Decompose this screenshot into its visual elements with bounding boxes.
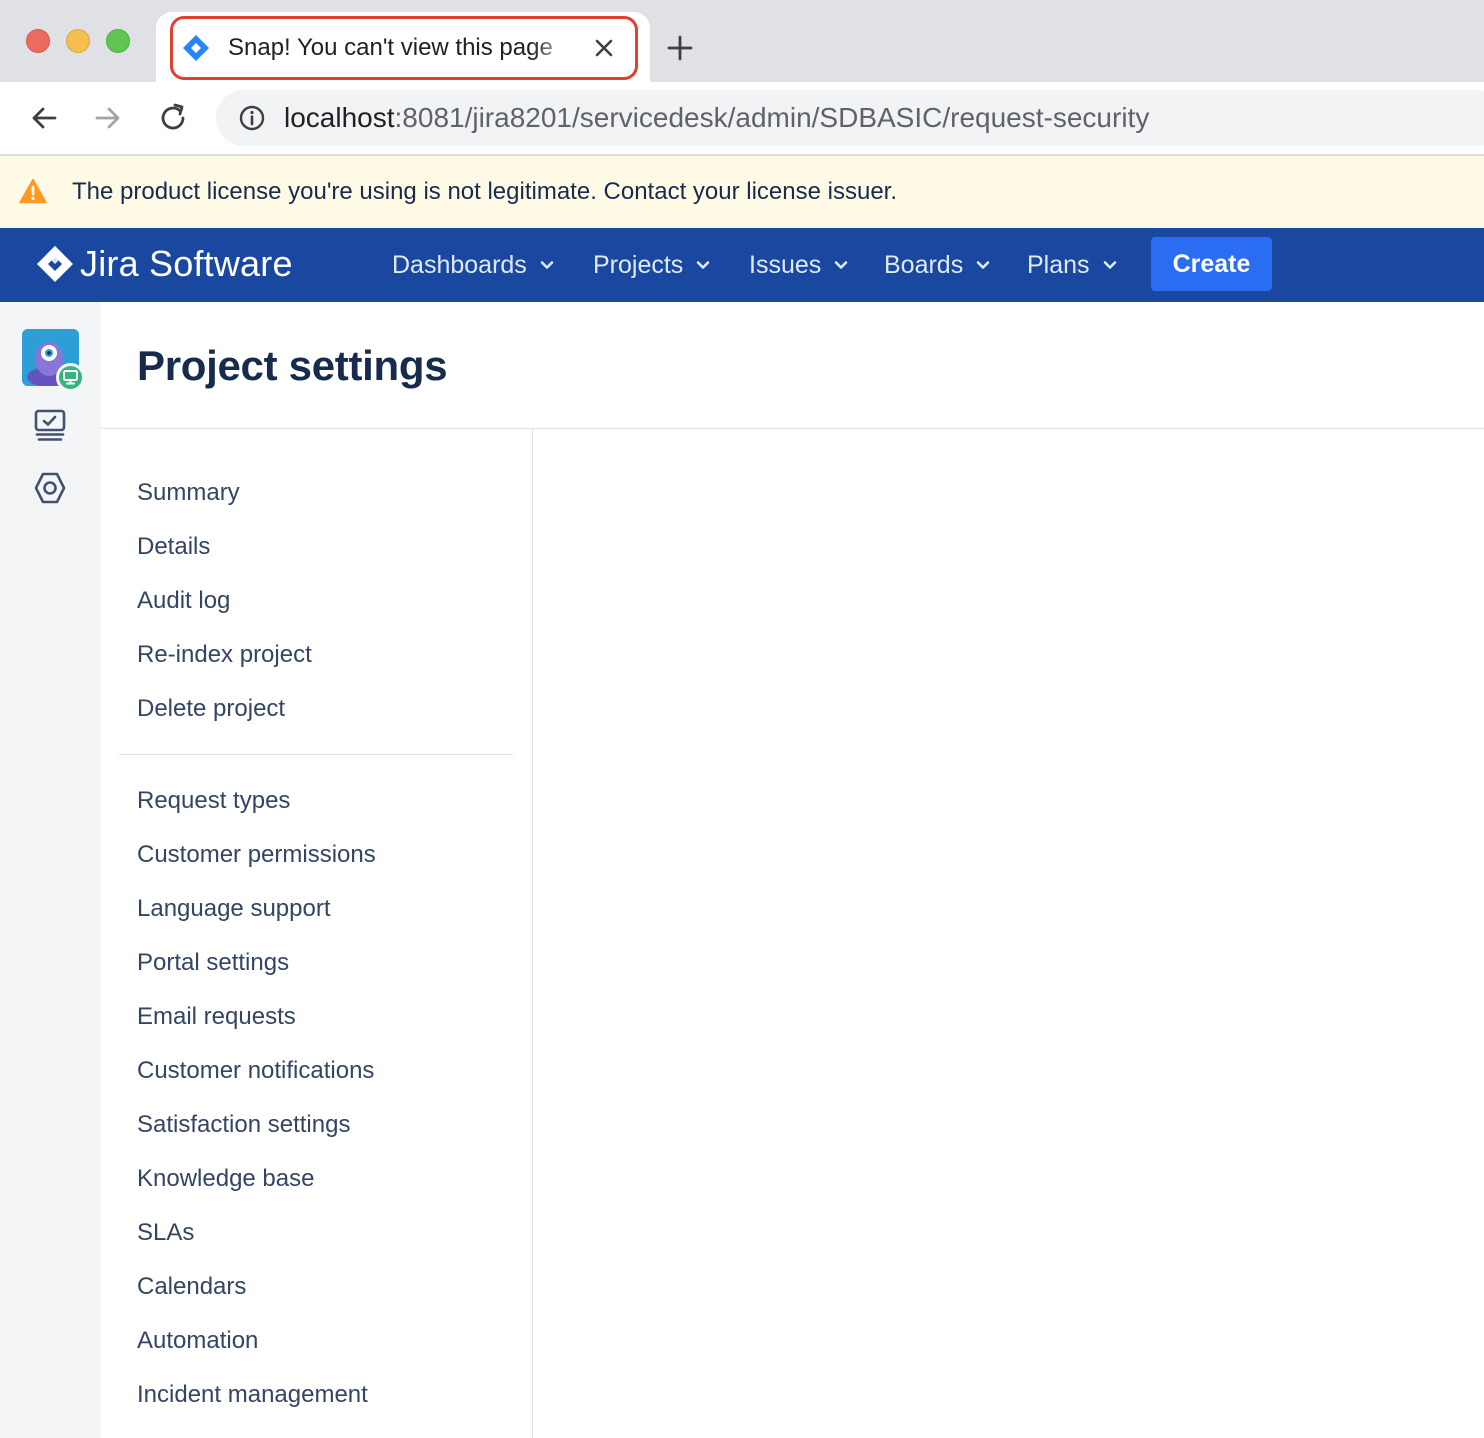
settings-nav-customer-notifications[interactable]: Customer notifications xyxy=(137,1054,374,1088)
nav-label: Plans xyxy=(1027,251,1090,279)
chevron-down-icon xyxy=(697,261,710,269)
jira-logo-icon[interactable] xyxy=(36,245,74,283)
nav-issues[interactable]: Issues xyxy=(749,248,849,282)
project-settings-icon[interactable] xyxy=(32,470,68,506)
queues-icon[interactable] xyxy=(32,408,68,444)
url-host: localhost xyxy=(284,102,395,133)
settings-nav-reindex-project[interactable]: Re-index project xyxy=(137,638,312,672)
settings-nav-portal-settings[interactable]: Portal settings xyxy=(137,946,289,980)
chevron-down-icon xyxy=(834,261,848,269)
nav-projects[interactable]: Projects xyxy=(593,248,711,282)
url-path: :8081/jira8201/servicedesk/admin/SDBASIC… xyxy=(394,102,1150,133)
settings-nav-calendars[interactable]: Calendars xyxy=(137,1270,246,1304)
settings-nav-request-types[interactable]: Request types xyxy=(137,784,290,818)
reload-icon[interactable] xyxy=(155,100,191,136)
settings-nav-audit-log[interactable]: Audit log xyxy=(137,584,230,618)
settings-nav-delete-project[interactable]: Delete project xyxy=(137,692,285,726)
back-arrow-icon[interactable] xyxy=(26,100,62,136)
settings-nav-incident-management[interactable]: Incident management xyxy=(137,1378,368,1412)
nav-label: Boards xyxy=(884,251,964,279)
new-tab-icon[interactable] xyxy=(664,32,696,64)
forward-arrow-icon[interactable] xyxy=(90,100,126,136)
settings-nav-automation[interactable]: Automation xyxy=(137,1324,258,1358)
sidebar-divider xyxy=(532,429,533,1438)
nav-dashboards[interactable]: Dashboards xyxy=(392,248,555,282)
settings-nav-details[interactable]: Details xyxy=(137,530,210,564)
chevron-down-icon xyxy=(1103,261,1116,269)
settings-nav-slas[interactable]: SLAs xyxy=(137,1216,194,1250)
tab-close-icon[interactable] xyxy=(590,34,618,62)
settings-nav-group-divider xyxy=(119,754,513,755)
license-warning-text: The product license you're using is not … xyxy=(72,178,897,205)
window-zoom-button[interactable] xyxy=(106,29,130,53)
nav-label: Dashboards xyxy=(392,251,527,279)
nav-plans[interactable]: Plans xyxy=(1027,248,1118,282)
chevron-down-icon xyxy=(540,261,554,269)
settings-nav-satisfaction-settings[interactable]: Satisfaction settings xyxy=(137,1108,350,1142)
jira-favicon-icon xyxy=(183,35,209,61)
header-divider xyxy=(101,428,1484,429)
settings-nav-email-requests[interactable]: Email requests xyxy=(137,1000,296,1034)
service-desk-badge-icon xyxy=(56,363,85,392)
settings-nav-language-support[interactable]: Language support xyxy=(137,892,331,926)
window-close-button[interactable] xyxy=(26,29,50,53)
site-info-icon[interactable] xyxy=(238,104,266,132)
chevron-down-icon xyxy=(976,261,990,269)
window-minimize-button[interactable] xyxy=(66,29,90,53)
nav-boards[interactable]: Boards xyxy=(884,248,991,282)
nav-label: Issues xyxy=(749,251,822,279)
page-title: Project settings xyxy=(137,342,448,389)
settings-nav-summary[interactable]: Summary xyxy=(137,476,240,510)
nav-label: Projects xyxy=(593,251,684,279)
create-button[interactable]: Create xyxy=(1151,237,1272,291)
warning-icon xyxy=(19,178,47,204)
settings-nav-knowledge-base[interactable]: Knowledge base xyxy=(137,1162,314,1196)
tab-title: Snap! You can't view this page xyxy=(228,34,553,61)
address-url[interactable]: localhost:8081/jira8201/servicedesk/admi… xyxy=(284,100,1149,136)
jira-brand-name[interactable]: Jira Software xyxy=(80,242,293,286)
settings-nav-customer-permissions[interactable]: Customer permissions xyxy=(137,838,376,872)
